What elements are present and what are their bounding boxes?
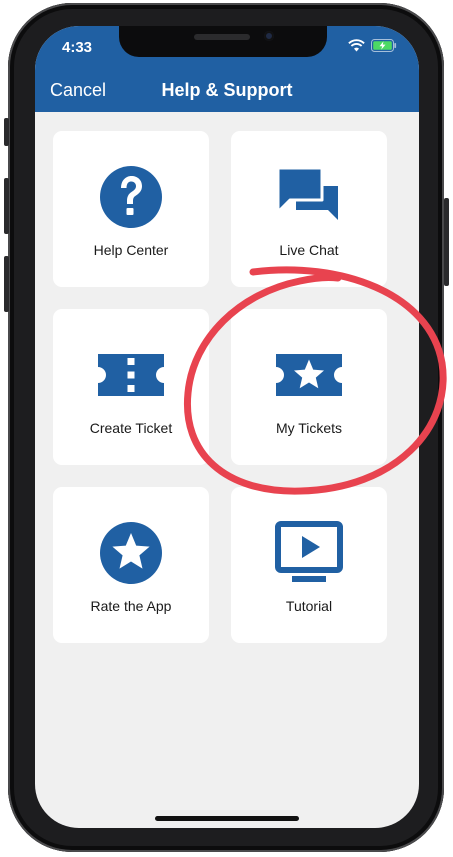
wifi-icon [348, 39, 365, 52]
help-center-tile[interactable]: Help Center [53, 131, 209, 287]
tile-label: Help Center [93, 242, 169, 258]
front-camera [264, 31, 274, 41]
chat-bubbles-icon [276, 166, 338, 220]
tile-label: Rate the App [90, 598, 172, 614]
power-button [444, 198, 449, 286]
volume-down-button [4, 256, 9, 312]
tile-label: Live Chat [279, 242, 339, 258]
create-ticket-tile[interactable]: Create Ticket [53, 309, 209, 465]
play-screen-icon [275, 521, 343, 582]
ticket-star-icon [276, 354, 342, 396]
volume-up-button [4, 178, 9, 234]
page-title: Help & Support [161, 80, 293, 100]
ticket-icon [98, 354, 164, 396]
mute-switch [4, 118, 9, 146]
my-tickets-tile[interactable]: My Tickets [231, 309, 387, 465]
tile-label: Tutorial [285, 598, 333, 614]
tile-label: Create Ticket [89, 420, 173, 436]
navigation-bar: 4:33 Cancel Help & Support [35, 26, 419, 112]
tile-label: My Tickets [275, 420, 343, 436]
notch [119, 26, 327, 57]
tutorial-tile[interactable]: Tutorial [231, 487, 387, 643]
battery-charging-icon [371, 39, 397, 52]
status-time: 4:33 [62, 39, 93, 56]
live-chat-tile[interactable]: Live Chat [231, 131, 387, 287]
speaker-grille [194, 34, 250, 40]
star-circle-icon [100, 522, 162, 584]
home-indicator[interactable] [155, 816, 299, 821]
app-screen: 4:33 Cancel Help & Support Help Center L… [35, 26, 419, 828]
rate-the-app-tile[interactable]: Rate the App [53, 487, 209, 643]
question-circle-icon [100, 166, 162, 228]
status-icons [348, 39, 397, 52]
